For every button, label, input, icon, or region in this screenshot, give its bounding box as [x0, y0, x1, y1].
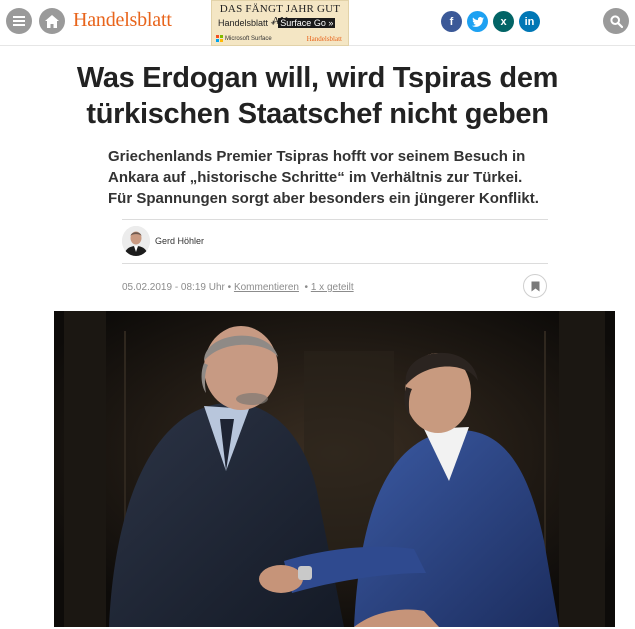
bookmark-icon [531, 281, 539, 291]
share-facebook-button[interactable]: f [441, 11, 462, 32]
meta-bullet: • [227, 282, 232, 293]
xing-icon: x [500, 15, 507, 28]
ad-offer: Handelsblatt + Surface Go » [218, 18, 336, 28]
author-avatar[interactable] [122, 226, 150, 256]
ad-banner[interactable]: DAS FÄNGT JAHR GUT AN Handelsblatt + Sur… [211, 0, 349, 46]
microsoft-logo-icon [216, 35, 223, 42]
ad-brand-microsoft: Microsoft Surface [216, 35, 272, 42]
article-teaser: Griechenlands Premier Tsipras hofft vor … [108, 148, 539, 207]
share-twitter-button[interactable] [467, 11, 488, 32]
home-button[interactable] [39, 8, 65, 34]
divider [122, 263, 548, 264]
ad-offer-boxed: Surface Go » [278, 18, 336, 28]
ad-brand-left: Microsoft Surface [225, 35, 272, 42]
menu-button[interactable] [6, 8, 32, 34]
twitter-icon [471, 16, 484, 27]
linkedin-icon: in [524, 15, 535, 28]
share-xing-button[interactable]: x [493, 11, 514, 32]
ad-brand-right: Handelsblatt [306, 35, 342, 43]
share-linkedin-button[interactable]: in [519, 11, 540, 32]
home-icon [45, 14, 59, 28]
comments-link[interactable]: Kommentieren [234, 282, 299, 293]
search-button[interactable] [603, 8, 629, 34]
facebook-icon: f [449, 15, 454, 28]
article-meta: 05.02.2019 - 08:19 Uhr • Kommentieren • … [122, 282, 354, 293]
article-photo-image [54, 311, 615, 627]
menu-icon [13, 16, 25, 26]
ad-offer-prefix: Handelsblatt + [218, 18, 279, 28]
divider [122, 219, 548, 220]
publish-date: 05.02.2019 - 08:19 Uhr [122, 282, 225, 293]
shared-count-link[interactable]: 1 x geteilt [311, 282, 354, 293]
top-bar: Handelsblatt DAS FÄNGT JAHR GUT AN Hande… [0, 0, 635, 46]
meta-bullet: • [304, 282, 309, 293]
article-headline: Was Erdogan will, wird Tspiras dem türki… [76, 62, 559, 130]
author-portrait-icon [122, 226, 150, 256]
article-photo [54, 311, 615, 627]
author-name[interactable]: Gerd Höhler [155, 236, 204, 246]
search-icon [609, 14, 623, 28]
bookmark-button[interactable] [523, 274, 547, 298]
handelsblatt-logo[interactable]: Handelsblatt [73, 9, 172, 32]
